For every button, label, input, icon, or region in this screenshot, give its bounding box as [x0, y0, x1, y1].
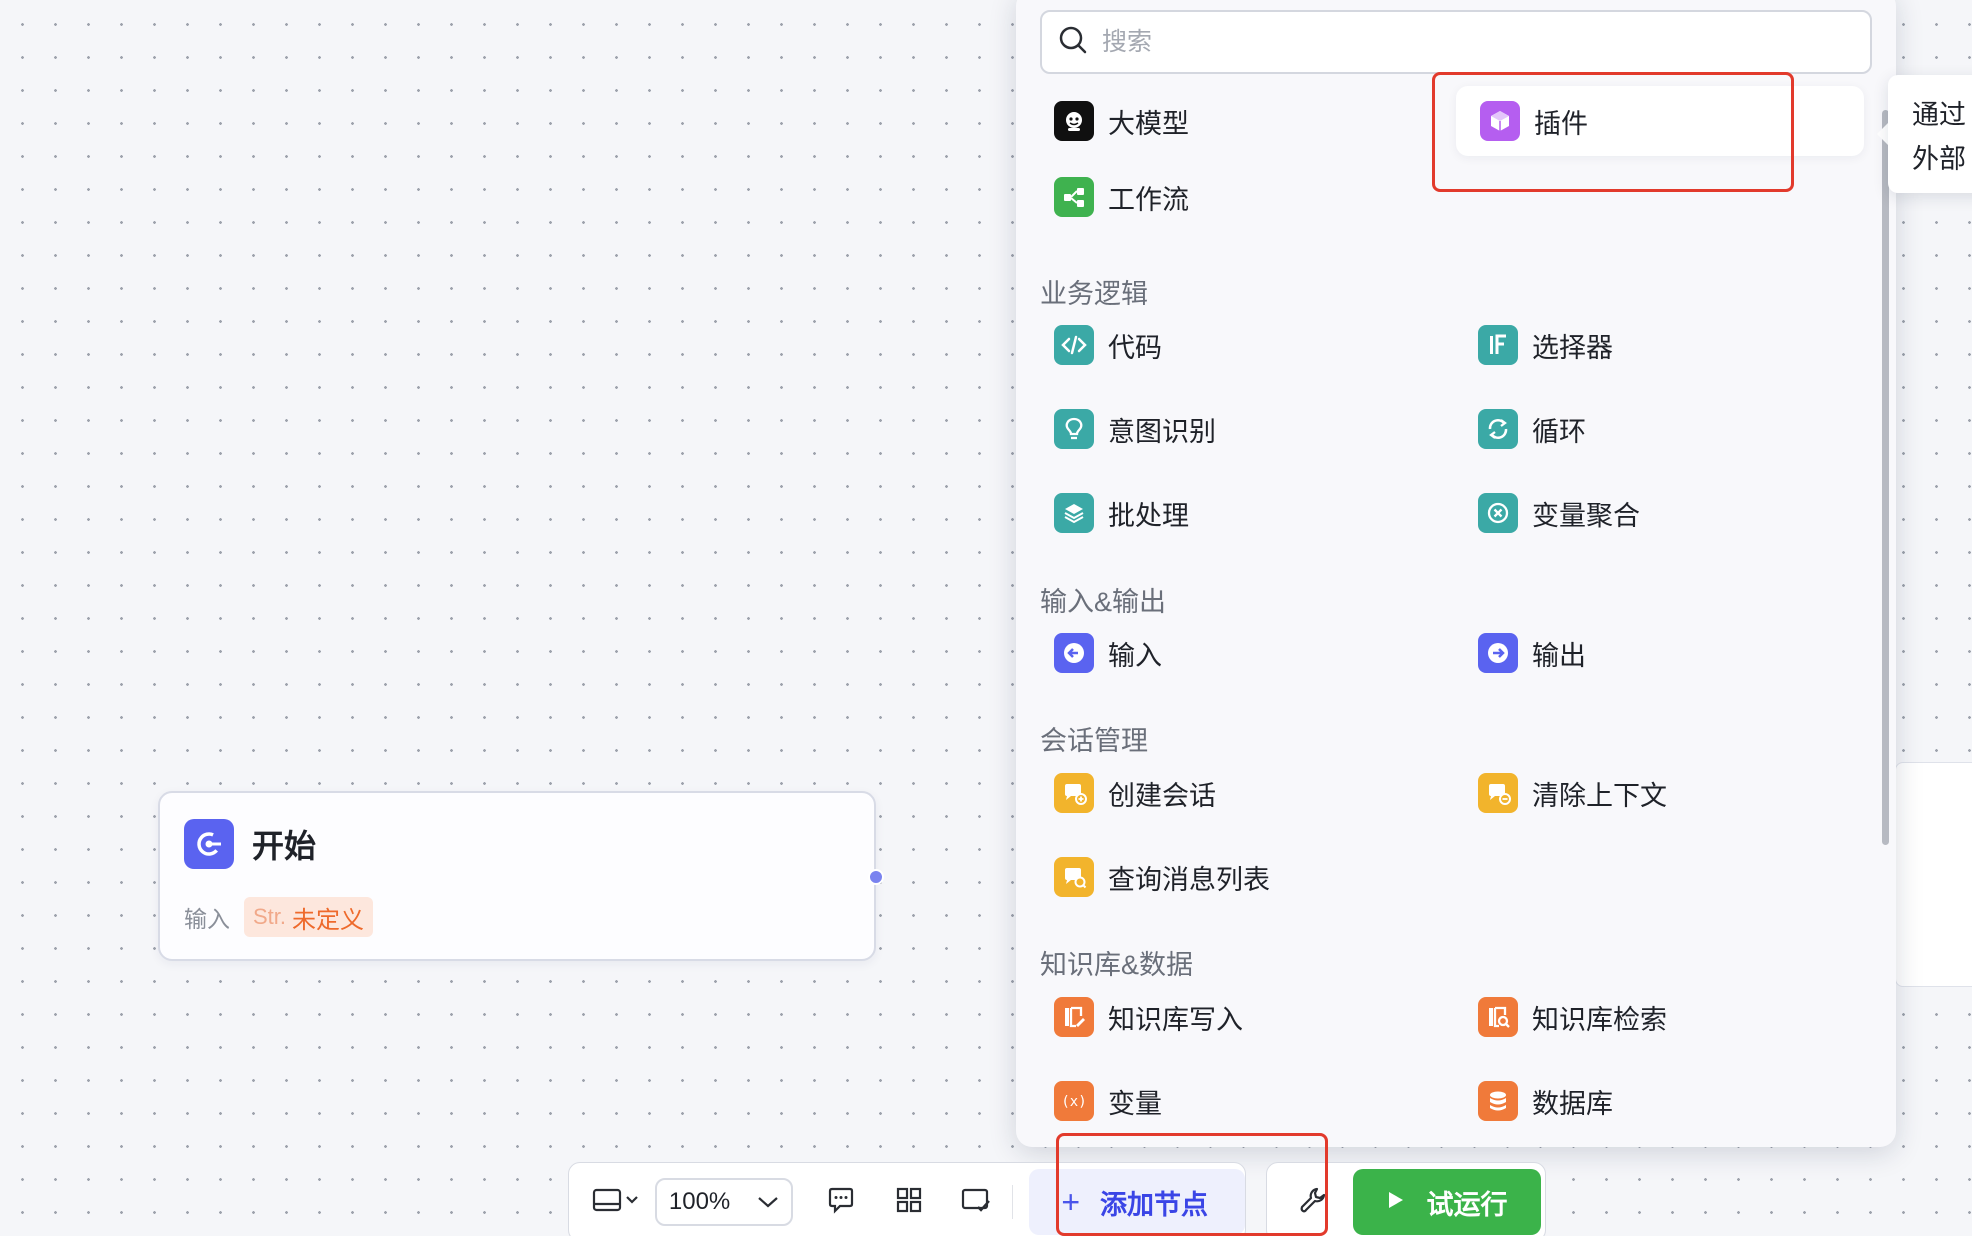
- zoom-value: 100%: [668, 1188, 731, 1215]
- comment-button[interactable]: [813, 1178, 869, 1226]
- node-item-intent[interactable]: 意图识别: [1016, 394, 1426, 464]
- add-node-button[interactable]: + 添加节点: [1029, 1169, 1245, 1235]
- node-item-label: 变量聚合: [1532, 500, 1640, 531]
- start-node-output-port[interactable]: [868, 869, 884, 885]
- section-title-conversation: 会话管理: [1040, 726, 1148, 756]
- node-item-label: 清除上下文: [1532, 780, 1667, 811]
- node-item-label: 创建会话: [1108, 780, 1216, 811]
- loop-icon: [1478, 409, 1518, 449]
- debug-tools-button[interactable]: [1291, 1178, 1335, 1226]
- node-item-loop[interactable]: 循环: [1440, 394, 1850, 464]
- side-panel-partial: [1895, 762, 1972, 987]
- node-item-label: 大模型: [1108, 108, 1189, 139]
- node-item-database[interactable]: 数据库: [1440, 1066, 1850, 1136]
- node-picker-popup: 大模型 插件 工作流 业务逻辑 代码 选择器 意图识别 循环: [1016, 0, 1896, 1147]
- node-item-label: 选择器: [1532, 332, 1613, 363]
- node-item-label: 插件: [1534, 108, 1588, 139]
- node-item-label: 查询消息列表: [1108, 864, 1270, 895]
- start-node-title: 开始: [252, 828, 317, 864]
- comment-icon: [826, 1185, 856, 1220]
- chevron-down-icon: [757, 1188, 779, 1216]
- plugin-tooltip: 通过 外部: [1888, 75, 1972, 193]
- node-item-kb-write[interactable]: 知识库写入: [1016, 982, 1426, 1052]
- node-item-selector[interactable]: 选择器: [1440, 310, 1850, 380]
- param-value: 未定义: [292, 906, 365, 934]
- node-item-plugin[interactable]: 插件: [1456, 86, 1864, 156]
- canvas-mode-icon: [591, 1185, 639, 1220]
- llm-icon: [1054, 101, 1094, 141]
- output-icon: [1478, 633, 1518, 673]
- node-item-variable-merge[interactable]: 变量聚合: [1440, 478, 1850, 548]
- node-item-clear-context[interactable]: 清除上下文: [1440, 758, 1850, 828]
- query-messages-icon: [1054, 857, 1094, 897]
- plus-icon: +: [1061, 1184, 1081, 1220]
- input-icon: [1054, 633, 1094, 673]
- add-node-label: 添加节点: [1100, 1189, 1209, 1220]
- minimap-button[interactable]: [948, 1178, 1004, 1226]
- test-run-button[interactable]: 试运行: [1353, 1169, 1541, 1235]
- start-node-input-label: 输入: [184, 906, 230, 932]
- start-node-icon: [184, 819, 234, 869]
- node-item-label: 循环: [1532, 416, 1586, 447]
- node-item-label: 变量: [1108, 1088, 1162, 1119]
- node-item-output[interactable]: 输出: [1440, 618, 1850, 688]
- node-item-label: 意图识别: [1108, 416, 1216, 447]
- intent-bulb-icon: [1054, 409, 1094, 449]
- create-chat-icon: [1054, 773, 1094, 813]
- section-title-io: 输入&输出: [1040, 587, 1167, 617]
- play-icon: [1387, 1190, 1405, 1215]
- search-box[interactable]: [1040, 10, 1872, 74]
- node-item-label: 批处理: [1108, 500, 1189, 531]
- search-icon: [1058, 25, 1088, 60]
- node-item-label: 工作流: [1108, 184, 1189, 215]
- start-node[interactable]: 开始 输入 Str. 未定义: [158, 791, 876, 961]
- node-item-label: 输出: [1532, 640, 1586, 671]
- node-item-label: 知识库检索: [1532, 1004, 1667, 1035]
- node-item-llm[interactable]: 大模型: [1016, 86, 1426, 156]
- node-item-kb-search[interactable]: 知识库检索: [1440, 982, 1850, 1052]
- bottom-toolbar: 100% + 添加节点: [568, 1162, 1246, 1236]
- node-item-label: 知识库写入: [1108, 1004, 1243, 1035]
- node-item-code[interactable]: 代码: [1016, 310, 1426, 380]
- param-badge: Str. 未定义: [244, 897, 374, 937]
- node-item-create-chat[interactable]: 创建会话: [1016, 758, 1426, 828]
- node-item-query-messages[interactable]: 查询消息列表: [1016, 842, 1426, 912]
- node-item-workflow[interactable]: 工作流: [1016, 162, 1426, 232]
- kb-search-icon: [1478, 997, 1518, 1037]
- grid-layout-icon: [894, 1185, 924, 1220]
- plugin-cube-icon: [1480, 101, 1520, 141]
- clear-context-icon: [1478, 773, 1518, 813]
- section-title-knowledge: 知识库&数据: [1040, 950, 1194, 980]
- zoom-select[interactable]: 100%: [654, 1178, 793, 1226]
- search-input[interactable]: [1102, 27, 1802, 57]
- auto-layout-button[interactable]: [881, 1178, 937, 1226]
- picker-scrollbar[interactable]: [1882, 110, 1889, 845]
- node-item-batch[interactable]: 批处理: [1016, 478, 1426, 548]
- variable-icon: (x): [1054, 1081, 1094, 1121]
- node-item-variable[interactable]: (x) 变量: [1016, 1066, 1426, 1136]
- test-run-label: 试运行: [1426, 1189, 1508, 1220]
- param-type: Str.: [253, 904, 287, 929]
- if-selector-icon: [1478, 325, 1518, 365]
- node-item-label: 数据库: [1532, 1088, 1613, 1119]
- canvas-mode-button[interactable]: [585, 1178, 645, 1226]
- toolbar-divider: [1012, 1185, 1014, 1219]
- run-toolbar: 试运行: [1266, 1162, 1546, 1236]
- svg-text:(x): (x): [1061, 1094, 1086, 1110]
- code-icon: [1054, 325, 1094, 365]
- node-item-label: 输入: [1108, 640, 1162, 671]
- database-icon: [1478, 1081, 1518, 1121]
- node-item-label: 代码: [1108, 332, 1162, 363]
- section-title-business-logic: 业务逻辑: [1040, 279, 1148, 309]
- node-item-input[interactable]: 输入: [1016, 618, 1426, 688]
- variable-merge-icon: [1478, 493, 1518, 533]
- batch-layers-icon: [1054, 493, 1094, 533]
- tooltip-line2: 外部: [1912, 144, 1966, 174]
- kb-write-icon: [1054, 997, 1094, 1037]
- tooltip-line1: 通过: [1912, 100, 1966, 130]
- wrench-icon: [1298, 1185, 1328, 1220]
- workflow-icon: [1054, 177, 1094, 217]
- minimap-icon: [960, 1185, 992, 1220]
